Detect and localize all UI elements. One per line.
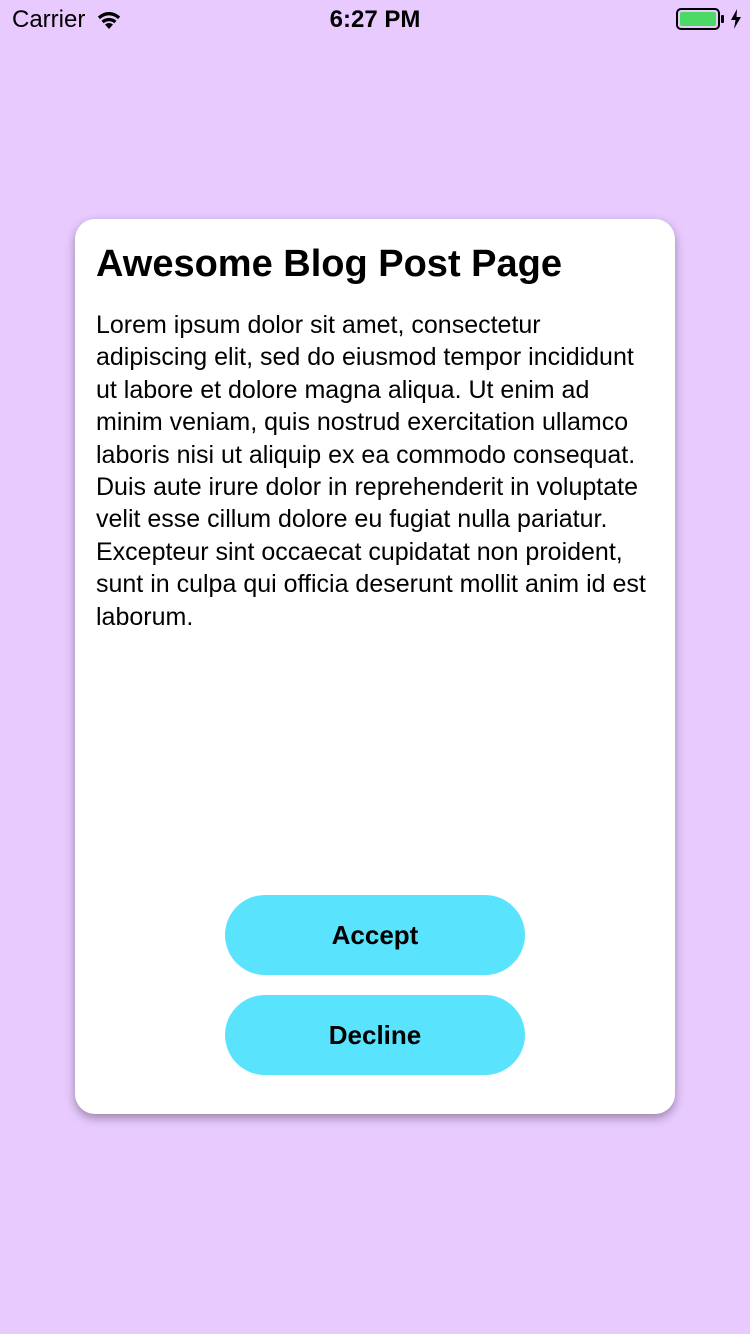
- status-time: 6:27 PM: [329, 6, 421, 33]
- post-body: Lorem ipsum dolor sit amet, consectetur …: [96, 311, 646, 631]
- decline-button[interactable]: Decline: [225, 995, 525, 1075]
- status-bar: Carrier 6:27 PM: [0, 0, 750, 40]
- page-title: Awesome Blog Post Page: [96, 243, 562, 285]
- charging-bolt-icon: [731, 9, 741, 29]
- status-right: [676, 8, 742, 30]
- accept-button[interactable]: Accept: [225, 895, 525, 975]
- battery-icon: [676, 8, 724, 30]
- blog-post-card: Awesome Blog Post Page Lorem ipsum dolor…: [75, 219, 675, 1114]
